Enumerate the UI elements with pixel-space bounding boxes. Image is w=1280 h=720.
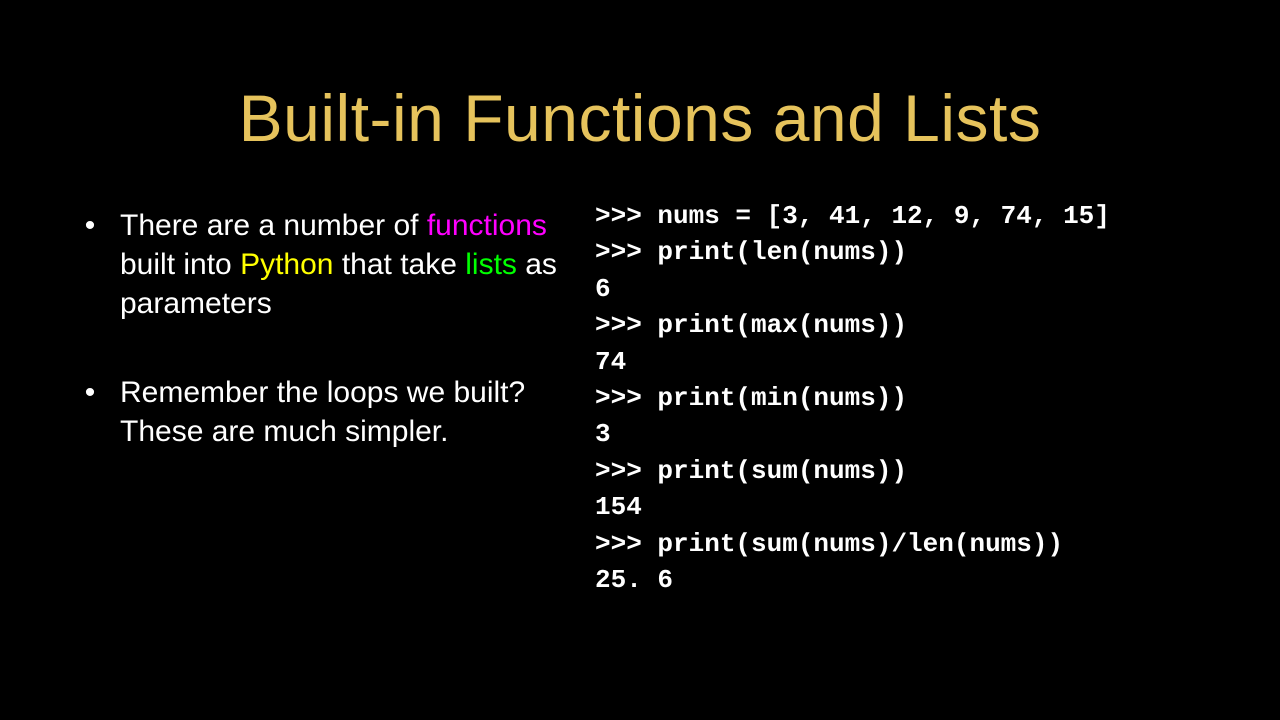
highlight-lists: lists [465, 248, 517, 281]
highlight-functions: functions [427, 209, 547, 242]
bullet-dot-icon: • [60, 373, 120, 412]
bullet-dot-icon: • [60, 206, 120, 245]
bullet-item-1: • There are a number of functions built … [60, 206, 565, 323]
slide-content: • There are a number of functions built … [0, 206, 1280, 598]
slide-title: Built-in Functions and Lists [0, 80, 1280, 156]
text-segment: built into [120, 248, 240, 281]
right-column: >>> nums = [3, 41, 12, 9, 74, 15] >>> pr… [585, 206, 1220, 598]
text-segment: that take [333, 248, 465, 281]
bullet-text-1: There are a number of functions built in… [120, 206, 565, 323]
slide: Built-in Functions and Lists • There are… [0, 80, 1280, 720]
code-block: >>> nums = [3, 41, 12, 9, 74, 15] >>> pr… [595, 198, 1220, 598]
bullet-item-2: • Remember the loops we built? These are… [60, 373, 565, 451]
highlight-python: Python [240, 248, 333, 281]
bullet-text-2: Remember the loops we built? These are m… [120, 373, 565, 451]
left-column: • There are a number of functions built … [60, 206, 585, 598]
text-segment: There are a number of [120, 209, 427, 242]
